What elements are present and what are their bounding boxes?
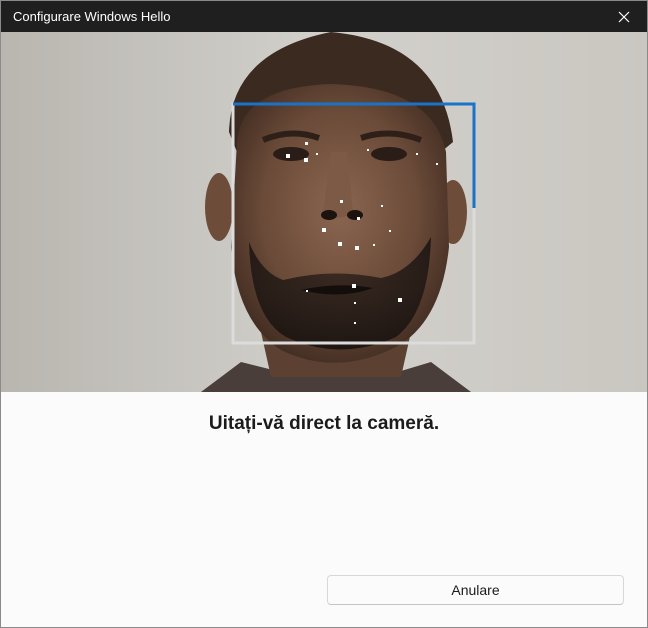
face-tracking-frame	[231, 102, 476, 345]
windows-hello-setup-dialog: Configurare Windows Hello Uitați-vă dire…	[0, 0, 648, 628]
face-landmark-points	[286, 142, 438, 324]
window-title: Configurare Windows Hello	[13, 9, 171, 24]
close-button[interactable]	[601, 1, 647, 32]
camera-preview	[1, 32, 647, 392]
instruction-text: Uitați-vă direct la cameră.	[208, 413, 440, 434]
title-bar: Configurare Windows Hello	[1, 1, 647, 32]
close-icon	[618, 11, 630, 22]
cancel-button[interactable]: Anulare	[327, 575, 624, 605]
